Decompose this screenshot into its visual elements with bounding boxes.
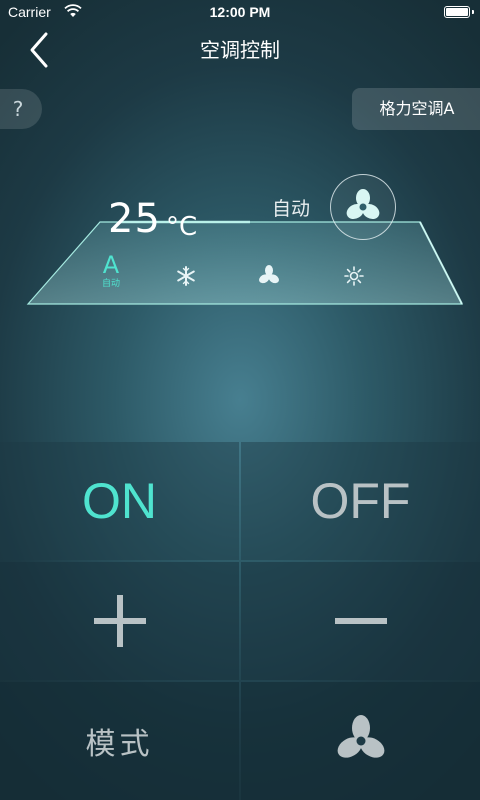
status-bar: Carrier 12:00 PM: [0, 0, 480, 26]
current-mode-label: 自动: [272, 198, 311, 220]
control-grid: ON OFF 模式: [0, 442, 480, 800]
fan-icon: [346, 189, 380, 220]
fan-status-indicator: [330, 174, 396, 240]
temperature-down-button[interactable]: [241, 562, 480, 680]
plus-icon: [93, 595, 146, 647]
temperature-up-button[interactable]: [0, 562, 239, 680]
power-off-label: OFF: [310, 473, 411, 529]
battery-icon: [444, 6, 474, 18]
auto-mode-icon: A: [102, 251, 120, 279]
power-on-label: ON: [82, 473, 157, 529]
sun-icon[interactable]: [343, 265, 365, 287]
device-selector-button[interactable]: 格力空调A: [352, 88, 480, 130]
fan-mode-icon[interactable]: [258, 265, 280, 287]
mode-auto[interactable]: A 自动: [96, 252, 126, 290]
mode-auto-label: 自动: [101, 279, 120, 289]
minus-icon: [334, 618, 387, 624]
mode-button-label: 模式: [85, 727, 154, 762]
mode-button[interactable]: 模式: [0, 682, 239, 800]
display-panel: [26, 220, 463, 305]
fan-icon: [337, 715, 384, 758]
temperature-value: 25: [108, 196, 161, 242]
temperature-unit: °C: [166, 212, 198, 242]
help-button[interactable]: ?: [0, 89, 42, 129]
fan-speed-button[interactable]: [241, 682, 480, 800]
page-title: 空调控制: [200, 38, 280, 62]
snowflake-icon[interactable]: [175, 265, 197, 287]
power-on-button[interactable]: ON: [0, 442, 239, 560]
power-off-button[interactable]: OFF: [241, 442, 480, 560]
clock: 12:00 PM: [209, 4, 271, 20]
